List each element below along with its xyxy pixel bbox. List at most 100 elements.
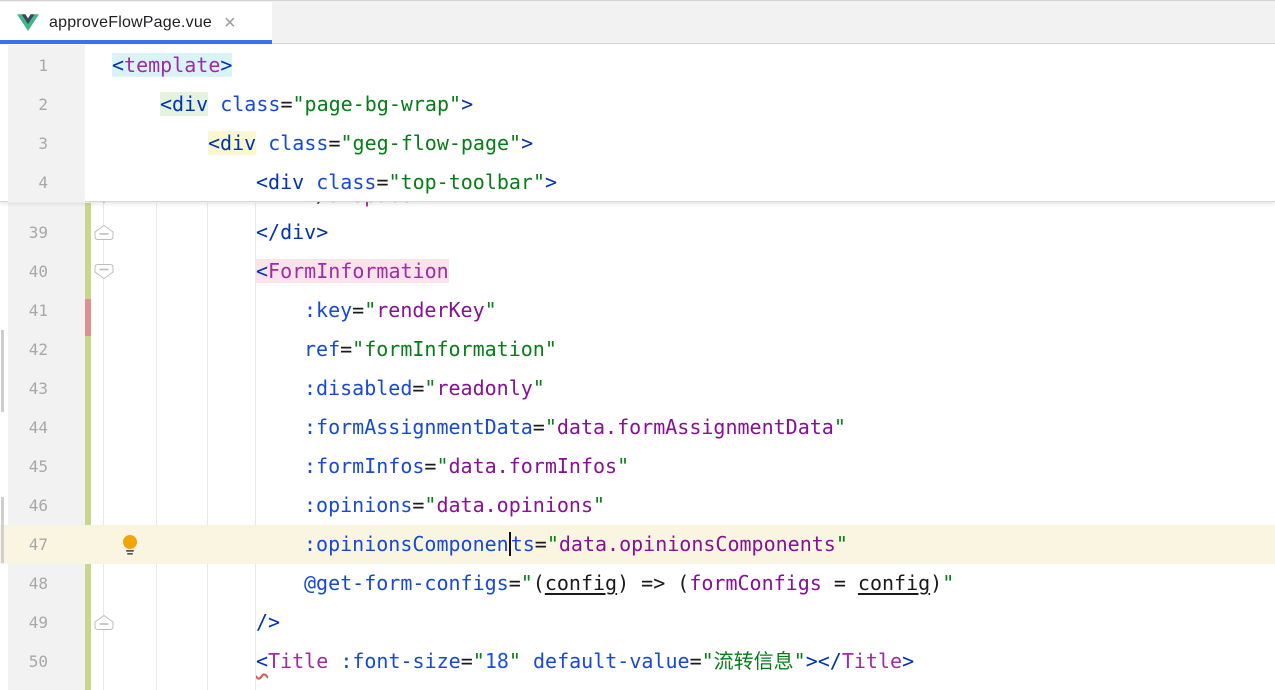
token: "流转信息" [702, 649, 806, 673]
token: renderKey [376, 298, 484, 322]
token: " [521, 571, 533, 595]
fold-marker-icon[interactable] [93, 202, 115, 204]
code-line-38[interactable]: 38 </a-space> [0, 202, 1275, 213]
token: = [690, 649, 702, 673]
line-number-3[interactable]: 3 [0, 124, 48, 163]
line-number-47[interactable]: 47 [0, 525, 48, 564]
code-line-43[interactable]: 43 :disabled="readonly" [0, 369, 1275, 408]
token: :opinionsComponen [304, 532, 509, 556]
token: " [617, 454, 629, 478]
token: Title [842, 649, 902, 673]
fold-marker-icon[interactable] [93, 263, 115, 280]
token: " [545, 415, 557, 439]
line-46-code: :opinions="data.opinions" [304, 486, 605, 525]
token: > [545, 170, 557, 194]
token: ( [533, 571, 545, 595]
line-number-39[interactable]: 39 [0, 213, 48, 252]
code-line-46[interactable]: 46 :opinions="data.opinions" [0, 486, 1275, 525]
token: " [424, 376, 436, 400]
token: readonly [436, 376, 532, 400]
line-43-code: :disabled="readonly" [304, 369, 545, 408]
token: 18 [485, 649, 509, 673]
code-line-39[interactable]: 39</div> [0, 213, 1275, 252]
token: " [942, 571, 954, 595]
line-number-48[interactable]: 48 [0, 564, 48, 603]
tab-bar: approveFlowPage.vue × [0, 0, 1275, 44]
code-line-41[interactable]: 41 :key="renderKey" [0, 291, 1275, 330]
token: = [461, 649, 473, 673]
token: ) => ( [617, 571, 689, 595]
line-number-41[interactable]: 41 [0, 291, 48, 330]
token: " [473, 649, 485, 673]
fold-marker-icon[interactable] [93, 224, 115, 241]
token: " [364, 298, 376, 322]
line-3-code: <div class="geg-flow-page"> [208, 124, 533, 163]
line-1-code: <template> [112, 46, 232, 85]
line-number-49[interactable]: 49 [0, 603, 48, 642]
tab-close-icon[interactable]: × [224, 13, 236, 33]
token: " [836, 532, 848, 556]
token: <div [256, 170, 304, 194]
line-42-code: ref="formInformation" [304, 330, 557, 369]
token: :opinions [304, 493, 412, 517]
code-line-45[interactable]: 45 :formInfos="data.formInfos" [0, 447, 1275, 486]
left-scrollbar-thumb[interactable] [1, 497, 4, 563]
token: :formAssignmentData [304, 415, 533, 439]
sticky-lines-panel: 1<template>2<div class="page-bg-wrap">3<… [0, 45, 1275, 202]
token: " [485, 298, 497, 322]
line-38-code: </a-space> [304, 202, 424, 213]
code-line-49[interactable]: 49 /> [0, 603, 1275, 642]
code-line-1[interactable]: 1 <template> [0, 46, 1275, 85]
code-line-42[interactable]: 42 ref="formInformation" [0, 330, 1275, 369]
token: < [112, 53, 124, 77]
line-number-2[interactable]: 2 [0, 85, 48, 124]
token: = [340, 337, 352, 361]
active-tab-indicator [0, 40, 272, 44]
code-line-48[interactable]: 48@get-form-configs="(config) => (formCo… [0, 564, 1275, 603]
token: > [461, 92, 473, 116]
token: :font-size [340, 649, 460, 673]
code-line-47[interactable]: 47 :opinionsComponents="data.opinionsComp… [0, 525, 1275, 564]
code-line-44[interactable]: 44:formAssignmentData="data.formAssignme… [0, 408, 1275, 447]
code-line-50[interactable]: 50<Title :font-size="18" default-value="… [0, 642, 1275, 681]
code-line-40[interactable]: 40<FormInformation [0, 252, 1275, 291]
token: :key [304, 298, 352, 322]
line-number-45[interactable]: 45 [0, 447, 48, 486]
line-41-code: :key="renderKey" [304, 291, 497, 330]
token: = [533, 415, 545, 439]
token: </ [304, 202, 328, 207]
line-number-42[interactable]: 42 [0, 330, 48, 369]
token: = [412, 376, 424, 400]
line-number-1[interactable]: 1 [0, 46, 48, 85]
code-line-4[interactable]: 4<div class="top-toolbar"> [0, 163, 1275, 202]
code-line-3[interactable]: 3 <div class="geg-flow-page"> [0, 124, 1275, 163]
line-45-code: :formInfos="data.formInfos" [304, 447, 629, 486]
token [328, 649, 340, 673]
code-line-2[interactable]: 2 <div class="page-bg-wrap"> [0, 85, 1275, 124]
line-number-38[interactable]: 38 [0, 202, 48, 213]
line-number-50[interactable]: 50 [0, 642, 48, 681]
token: " [509, 649, 521, 673]
token [521, 649, 533, 673]
tab-approveflowpage[interactable]: approveFlowPage.vue × [0, 2, 272, 44]
token: = [280, 92, 292, 116]
intention-bulb-icon[interactable] [121, 534, 139, 555]
line-49-code: /> [256, 603, 280, 642]
token: class [268, 131, 328, 155]
token: > [412, 202, 424, 207]
left-scrollbar-thumb[interactable] [1, 330, 4, 412]
line-47-code: :opinionsComponents="data.opinionsCompon… [304, 525, 848, 564]
vue-logo-icon [17, 14, 39, 33]
token: = [822, 571, 858, 595]
token: " [436, 454, 448, 478]
tab-title: approveFlowPage.vue [49, 14, 212, 32]
line-number-44[interactable]: 44 [0, 408, 48, 447]
token: ref [304, 337, 340, 361]
line-number-40[interactable]: 40 [0, 252, 48, 291]
line-number-43[interactable]: 43 [0, 369, 48, 408]
line-number-4[interactable]: 4 [0, 163, 48, 202]
token: template [124, 53, 220, 77]
line-2-code: <div class="page-bg-wrap"> [160, 85, 473, 124]
line-number-46[interactable]: 46 [0, 486, 48, 525]
fold-marker-icon[interactable] [93, 614, 115, 631]
